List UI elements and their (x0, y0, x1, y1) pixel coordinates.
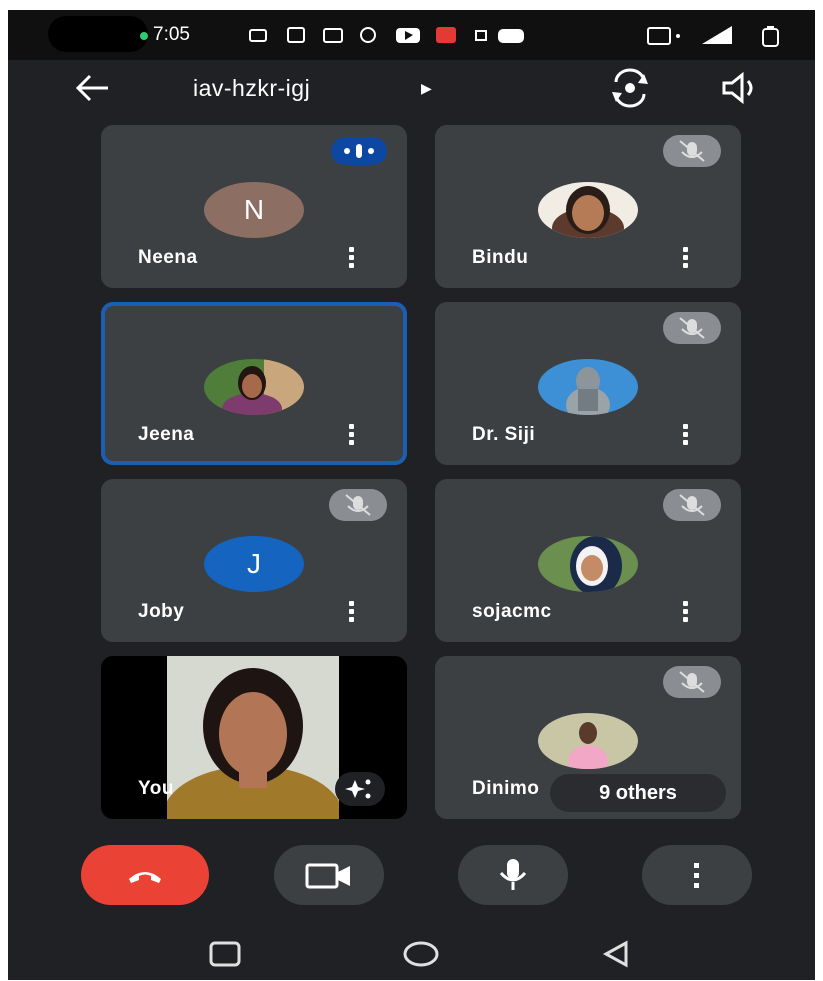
mic-off-icon (663, 489, 721, 521)
wifi-icon (647, 27, 680, 45)
self-video (167, 656, 339, 819)
participant-photo (204, 359, 304, 415)
participant-tile-dr-siji[interactable]: Dr. Siji (435, 302, 741, 465)
status-time: 7:05 (153, 24, 190, 45)
participant-name: Joby (138, 601, 185, 622)
call-controls (8, 845, 815, 915)
mic-off-icon (663, 666, 721, 698)
more-options-icon[interactable] (343, 599, 359, 625)
avatar: N (204, 182, 304, 238)
call-header: iav-hzkr-igj ▶ (8, 60, 815, 120)
home-button[interactable] (401, 935, 441, 975)
system-nav-bar (8, 925, 815, 980)
avatar: J (204, 536, 304, 592)
participant-photo (538, 536, 638, 592)
meeting-code[interactable]: iav-hzkr-igj (193, 75, 310, 102)
participant-tile-bindu[interactable]: Bindu (435, 125, 741, 288)
more-options-button[interactable] (642, 845, 752, 905)
participant-tile-self[interactable]: You (101, 656, 407, 819)
battery-icon (762, 26, 779, 47)
caret-right-icon[interactable]: ▶ (421, 80, 432, 97)
mic-off-icon (663, 312, 721, 344)
participant-name: sojacmc (472, 601, 552, 622)
privacy-indicator-icon (140, 32, 148, 40)
speaking-indicator-icon (331, 137, 387, 165)
phone-hangup-icon (129, 872, 161, 883)
notification-icons (249, 27, 524, 43)
more-options-icon[interactable] (343, 422, 359, 448)
status-bar: 7:05 (8, 10, 815, 60)
more-options-icon[interactable] (677, 422, 693, 448)
participant-photo (538, 359, 638, 415)
signal-icon (702, 26, 732, 44)
microphone-icon (499, 859, 527, 890)
participant-tile-sojacmc[interactable]: sojacmc (435, 479, 741, 642)
participant-tile-neena[interactable]: N Neena (101, 125, 407, 288)
more-options-icon[interactable] (677, 599, 693, 625)
effects-button[interactable] (335, 772, 385, 806)
end-call-button[interactable] (81, 845, 209, 905)
mic-off-icon (329, 489, 387, 521)
camera-button[interactable] (274, 845, 384, 905)
participant-tile-dinimo[interactable]: Dinimo 9 others (435, 656, 741, 819)
others-count-badge[interactable]: 9 others (550, 774, 726, 812)
mic-off-icon (663, 135, 721, 167)
more-options-icon[interactable] (343, 245, 359, 271)
switch-camera-button[interactable] (606, 68, 654, 108)
participant-tile-joby[interactable]: J Joby (101, 479, 407, 642)
participant-name: Dr. Siji (472, 424, 536, 445)
microphone-button[interactable] (458, 845, 568, 905)
camera-cutout (48, 16, 148, 52)
more-vert-icon (694, 863, 699, 888)
phone-screen: 7:05 iav-hzkr-igj ▶ N Neena Bindu Jeena … (8, 10, 815, 980)
sparkle-icon (345, 779, 371, 799)
participant-name: Neena (138, 247, 198, 268)
back-nav-button[interactable] (598, 935, 638, 975)
participant-name: Bindu (472, 247, 529, 268)
participant-photo (538, 182, 638, 238)
back-button[interactable] (68, 68, 116, 108)
participant-name: Jeena (138, 424, 195, 445)
video-camera-icon (305, 863, 350, 889)
more-options-icon[interactable] (677, 245, 693, 271)
participant-tile-jeena[interactable]: Jeena (101, 302, 407, 465)
speaker-icon[interactable] (716, 68, 764, 108)
participant-photo (538, 713, 638, 769)
participant-name: Dinimo (472, 778, 540, 799)
participant-name: You (138, 778, 174, 799)
arrow-left-icon (75, 74, 108, 102)
recents-button[interactable] (206, 935, 246, 975)
